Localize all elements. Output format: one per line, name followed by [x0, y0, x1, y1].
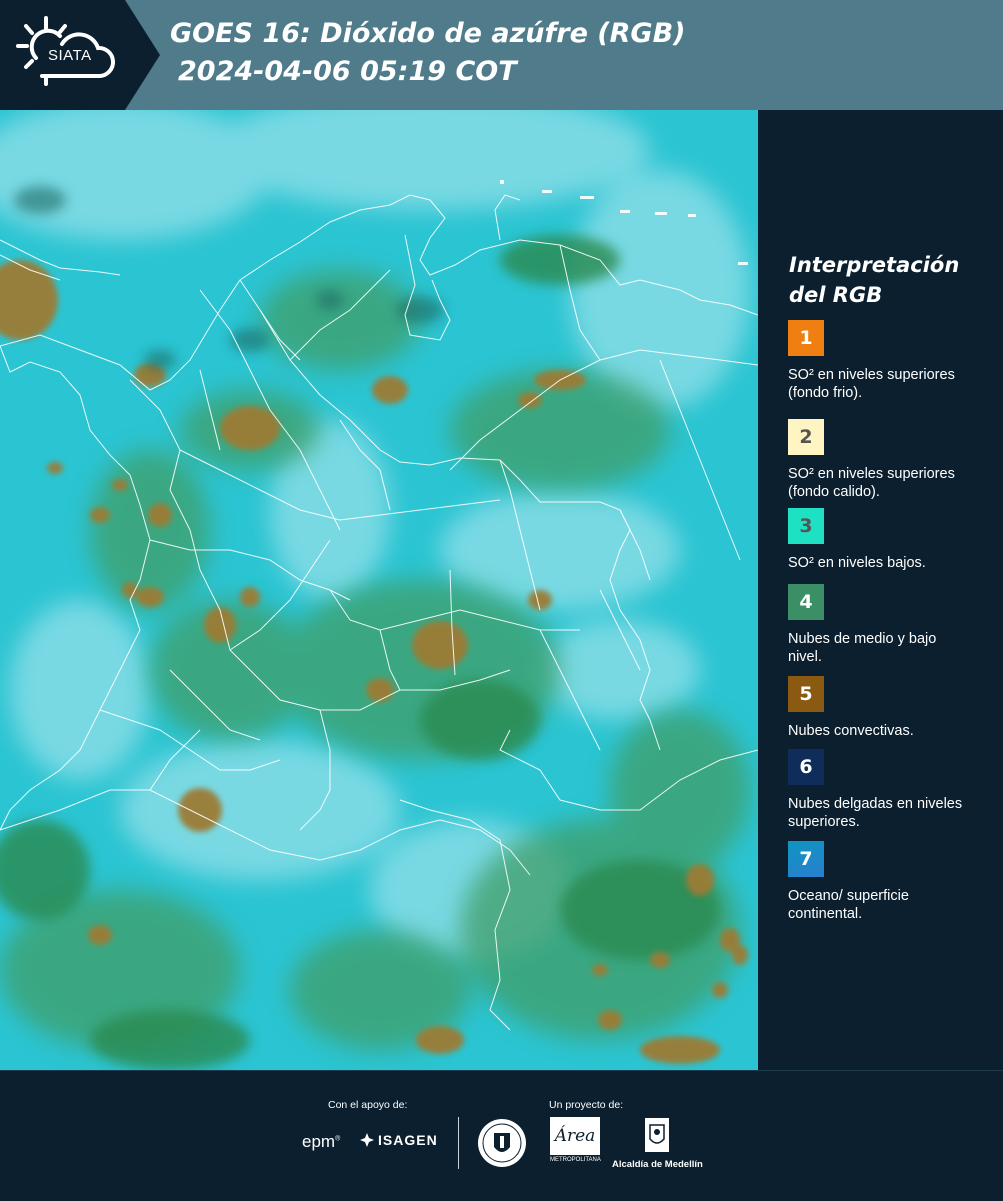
legend-title-line1: Interpretación — [789, 253, 960, 277]
alcaldia-name: Alcaldía de Medellín — [612, 1159, 703, 1170]
legend-label: Nubes de medio y bajo nivel. — [788, 631, 937, 665]
legend-swatch: 5 — [788, 676, 824, 712]
legend-number: 6 — [799, 756, 813, 778]
footer-divider — [458, 1117, 459, 1169]
legend-item: 7 Oceano/ superficie continental. — [788, 841, 988, 923]
legend-item: 3 SO² en niveles bajos. — [788, 508, 988, 572]
header: SIATA GOES 16: Dióxido de azúfre (RGB) 2… — [0, 0, 1003, 110]
legend-swatch: 6 — [788, 749, 824, 785]
isagen-logo-text: ISAGEN — [378, 1132, 438, 1148]
coat-of-arms-icon — [645, 1118, 669, 1152]
support-label: Con el apoyo de: — [328, 1099, 408, 1111]
legend-number: 2 — [799, 426, 813, 448]
rgb-legend: Interpretación del RGB 1 SO² en niveles … — [758, 110, 1003, 1070]
legend-number: 5 — [799, 683, 813, 705]
legend-swatch: 7 — [788, 841, 824, 877]
legend-swatch: 2 — [788, 419, 824, 455]
legend-item: 2 SO² en niveles superiores (fondo calid… — [788, 419, 988, 501]
legend-label: SO² en niveles superiores (fondo frio). — [788, 367, 955, 401]
area-metropolitana-logo[interactable]: Área METROPOLITANA — [550, 1117, 601, 1171]
alcaldia-medellin-logo[interactable]: Alcaldía de Medellín — [612, 1117, 703, 1173]
legend-swatch: 1 — [788, 320, 824, 356]
legend-item: 1 SO² en niveles superiores (fondo frio)… — [788, 320, 988, 402]
medellin-seal-logo[interactable] — [476, 1117, 528, 1169]
isagen-logo[interactable]: ISAGEN — [360, 1132, 438, 1148]
legend-item: 4 Nubes de medio y bajo nivel. — [788, 584, 988, 666]
so2-rgb-imagery — [0, 110, 758, 1070]
legend-number: 4 — [799, 591, 813, 613]
footer: Con el apoyo de: epm® ISAGEN Un proyecto… — [0, 1070, 1003, 1201]
logo-text: SIATA — [48, 47, 92, 64]
area-logo-text: Área — [554, 1126, 596, 1146]
legend-title: Interpretación del RGB — [789, 250, 989, 310]
map-timestamp: 2024-04-06 05:19 COT — [178, 56, 517, 87]
legend-number: 3 — [799, 515, 813, 537]
legend-number: 1 — [799, 327, 813, 349]
isagen-mark-icon — [360, 1133, 374, 1147]
epm-logo[interactable]: epm® — [302, 1132, 340, 1152]
legend-label: Nubes delgadas en niveles superiores. — [788, 796, 963, 830]
legend-swatch: 4 — [788, 584, 824, 620]
map-title: GOES 16: Dióxido de azúfre (RGB) — [170, 18, 686, 49]
satellite-map[interactable] — [0, 110, 758, 1070]
siata-logo[interactable]: SIATA — [14, 14, 126, 96]
legend-label: SO² en niveles superiores (fondo calido)… — [788, 466, 955, 500]
legend-swatch: 3 — [788, 508, 824, 544]
legend-number: 7 — [799, 848, 813, 870]
legend-label: Oceano/ superficie continental. — [788, 888, 909, 922]
project-label: Un proyecto de: — [549, 1099, 624, 1111]
legend-label: Nubes convectivas. — [788, 723, 914, 739]
legend-item: 5 Nubes convectivas. — [788, 676, 988, 740]
header-title-band — [125, 0, 1003, 110]
area-logo-subtext: METROPOLITANA — [550, 1157, 601, 1163]
epm-logo-text: epm — [302, 1132, 336, 1151]
legend-label: SO² en niveles bajos. — [788, 555, 926, 571]
legend-item: 6 Nubes delgadas en niveles superiores. — [788, 749, 988, 831]
legend-title-line2: del RGB — [789, 283, 883, 307]
